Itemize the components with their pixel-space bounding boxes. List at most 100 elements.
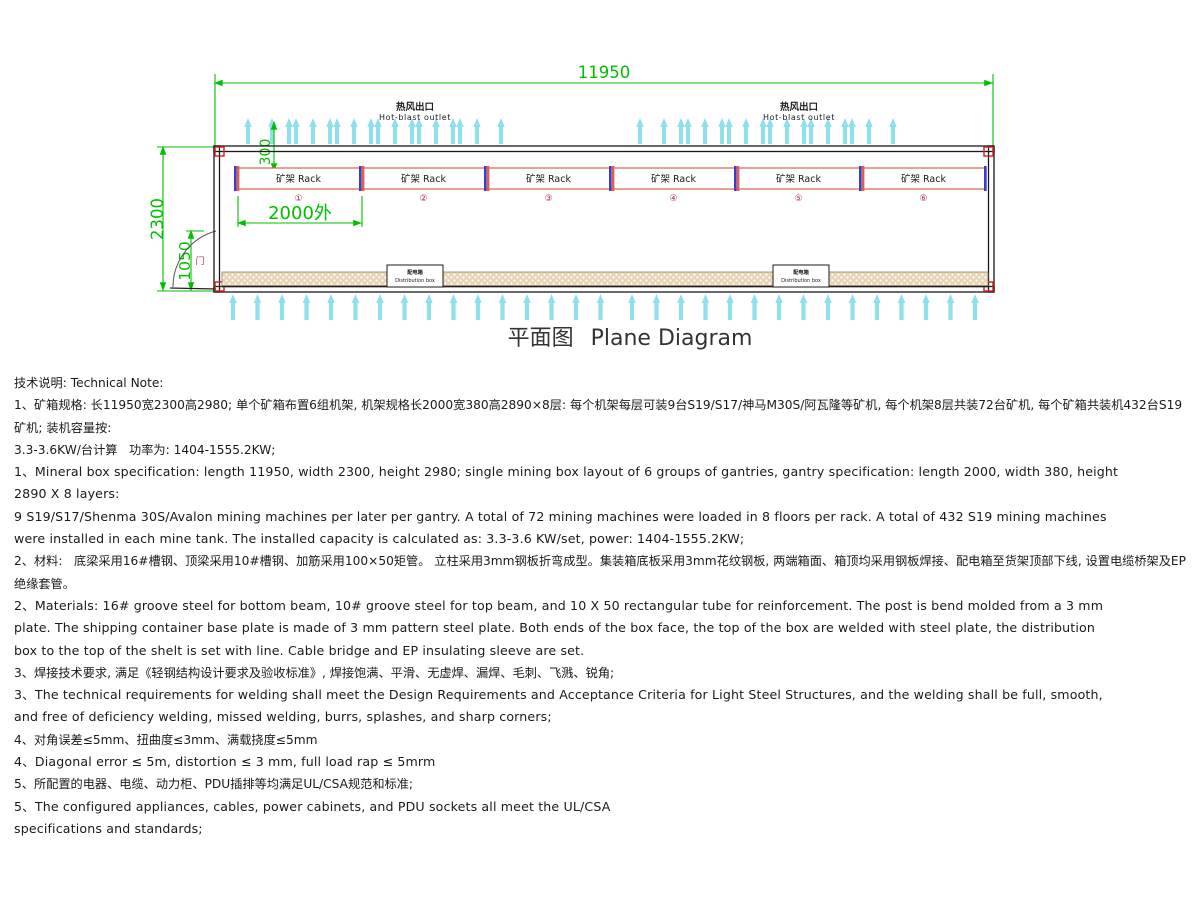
airflow-arrow-icon	[897, 294, 906, 320]
technical-note-line: 3.3-3.6KW/台计算 功率为: 1404-1555.2KW;	[14, 442, 276, 457]
airflow-arrow-icon	[841, 118, 849, 144]
airflow-arrow-icon	[873, 294, 881, 320]
technical-notes: 技术说明: Technical Note: 1、矿箱规格: 长11950宽230…	[14, 372, 1190, 840]
distribution-box-en-left: Distribution box	[395, 278, 435, 284]
technical-note-line: specifications and standards;	[14, 820, 203, 836]
distribution-box-right: 配电箱 Distribution box	[772, 264, 830, 288]
airflow-arrow-icon	[750, 294, 759, 320]
airflow-arrow-icon	[449, 294, 458, 320]
rack-index-label: ④	[669, 194, 677, 204]
door-label: 门	[195, 255, 204, 267]
dimension-overall-width-value: 2300	[148, 198, 167, 240]
airflow-arrow-icon	[660, 118, 668, 144]
technical-note-line: 4、Diagonal error ≤ 5m, distortion ≤ 3 mm…	[14, 754, 436, 770]
technical-note-line: were installed in each mine tank. The in…	[14, 531, 745, 547]
airflow-arrow-icon	[350, 118, 358, 144]
airflow-arrow-icon	[824, 294, 832, 320]
rack-index-label: ⑤	[794, 194, 802, 204]
airflow-arrow-icon	[497, 118, 505, 144]
airflow-arrow-icon	[400, 294, 409, 320]
dimension-gantry-pitch-value: 2000外	[268, 203, 332, 224]
drawing-title-text: 平面图 Plane Diagram	[508, 326, 753, 351]
dimension-overall-length-value: 11950	[578, 63, 631, 82]
airflow-arrow-icon	[253, 294, 262, 320]
airflow-arrow-icon	[628, 294, 636, 320]
technical-notes-heading: 技术说明: Technical Note:	[14, 376, 164, 390]
technical-note-line: 3、The technical requirements for welding…	[14, 687, 1103, 703]
airflow-arrow-icon	[848, 294, 857, 320]
hot-blast-outlet-label-right: 热风出口 Hot-blast outlet	[763, 101, 835, 122]
airflow-arrow-icon	[946, 294, 955, 320]
rack-label: 矿架 Rack	[776, 173, 821, 185]
hot-blast-outlet-en-right: Hot-blast outlet	[763, 113, 835, 122]
airflow-arrow-icon	[292, 118, 300, 144]
airflow-arrow-icon	[889, 118, 897, 144]
hot-blast-outlet-en-left: Hot-blast outlet	[379, 113, 451, 122]
technical-note-line: 5、所配置的电器、电缆、动力柜、PDU插排等均满足UL/CSA规范和标准;	[14, 777, 414, 792]
distribution-box-left: 配电箱 Distribution box	[386, 264, 444, 288]
airflow-arrow-icon	[726, 294, 734, 320]
airflow-arrow-icon	[677, 294, 685, 320]
airflow-arrow-icon	[333, 118, 341, 144]
airflow-arrow-icon	[775, 294, 783, 320]
airflow-arrow-icon	[473, 118, 481, 144]
airflow-arrow-icon	[652, 294, 661, 320]
airflow-arrow-icon	[285, 118, 293, 144]
drawing-title-en: Plane Diagram	[591, 326, 753, 351]
airflow-arrow-icon	[725, 118, 733, 144]
airflow-arrow-icon	[848, 118, 856, 144]
airflow-arrow-icon	[572, 294, 580, 320]
airflow-arrow-icon	[302, 294, 311, 320]
technical-note-line: 4、对角误差≤5mm、扭曲度≤3mm、满载挠度≤5mm	[14, 732, 318, 747]
technical-note-line: box to the top of the shelt is set with …	[14, 642, 585, 658]
technical-note-line: and free of deficiency welding, missed w…	[14, 709, 552, 725]
distribution-box-cn-left: 配电箱	[407, 268, 423, 276]
rack-index-label: ⑥	[919, 194, 927, 204]
airflow-arrow-icon	[229, 294, 237, 320]
rack-label: 矿架 Rack	[651, 173, 696, 185]
airflow-arrow-icon	[474, 294, 482, 320]
rack-post	[984, 166, 987, 191]
airflow-arrow-icon	[865, 118, 873, 144]
airflow-arrow-icon	[327, 294, 335, 320]
airflow-arrow-icon	[547, 294, 556, 320]
drawing-title: 平面图 Plane Diagram	[508, 326, 753, 351]
airflow-arrow-icon	[922, 294, 930, 320]
airflow-arrow-icon	[677, 118, 685, 144]
rack-index-label: ②	[419, 194, 427, 204]
hot-blast-outlet-label-left: 热风出口 Hot-blast outlet	[379, 101, 451, 122]
technical-note-line: 2890 X 8 layers:	[14, 486, 120, 502]
technical-note-line: 1、矿箱规格: 长11950宽2300高2980; 单个矿箱布置6组机架, 机架…	[14, 398, 1183, 435]
airflow-arrow-icon	[701, 294, 710, 320]
airflow-arrow-icon	[376, 294, 384, 320]
airflow-arrow-icon	[456, 118, 464, 144]
airflow-arrow-icon	[799, 294, 808, 320]
technical-note-line: 5、The configured appliances, cables, pow…	[14, 798, 611, 814]
technical-note-line: 3、焊接技术要求, 满足《轻钢结构设计要求及验收标准》, 焊接饱满、平滑、无虚焊…	[14, 665, 615, 680]
airflow-arrow-icon	[742, 118, 750, 144]
airflow-arrow-icon	[425, 294, 433, 320]
airflow-arrow-icon	[498, 294, 507, 320]
airflow-arrow-icon	[351, 294, 360, 320]
rack-label: 矿架 Rack	[401, 173, 446, 185]
hot-blast-outlet-cn-right: 热风出口	[780, 101, 818, 113]
rack-label: 矿架 Rack	[276, 173, 321, 185]
airflow-arrow-icon	[636, 118, 644, 144]
technical-note-line: plate. The shipping container base plate…	[14, 620, 1096, 636]
airflow-arrow-icon	[326, 118, 334, 144]
airflow-arrow-icon	[718, 118, 726, 144]
rack-band: 矿架 Rack①矿架 Rack②矿架 Rack③矿架 Rack④矿架 Rack⑤…	[234, 166, 987, 204]
airflow-arrow-icon	[971, 294, 979, 320]
technical-note-line: 2、Materials: 16# groove steel for bottom…	[14, 597, 1104, 613]
rack-label: 矿架 Rack	[526, 173, 571, 185]
airflow-arrow-icon	[523, 294, 531, 320]
airflow-arrow-icon	[244, 118, 252, 144]
rack-index-label: ③	[544, 194, 552, 204]
airflow-arrow-icon	[684, 118, 692, 144]
drawing-title-cn: 平面图	[508, 326, 574, 351]
airflow-arrow-icon	[701, 118, 709, 144]
airflow-arrow-icon	[309, 118, 317, 144]
technical-note-line: 9 S19/S17/Shenma 30S/Avalon mining machi…	[14, 508, 1107, 524]
airflow-arrows-bottom	[229, 294, 979, 320]
technical-note-line: 1、Mineral box specification: length 1195…	[14, 464, 1119, 480]
